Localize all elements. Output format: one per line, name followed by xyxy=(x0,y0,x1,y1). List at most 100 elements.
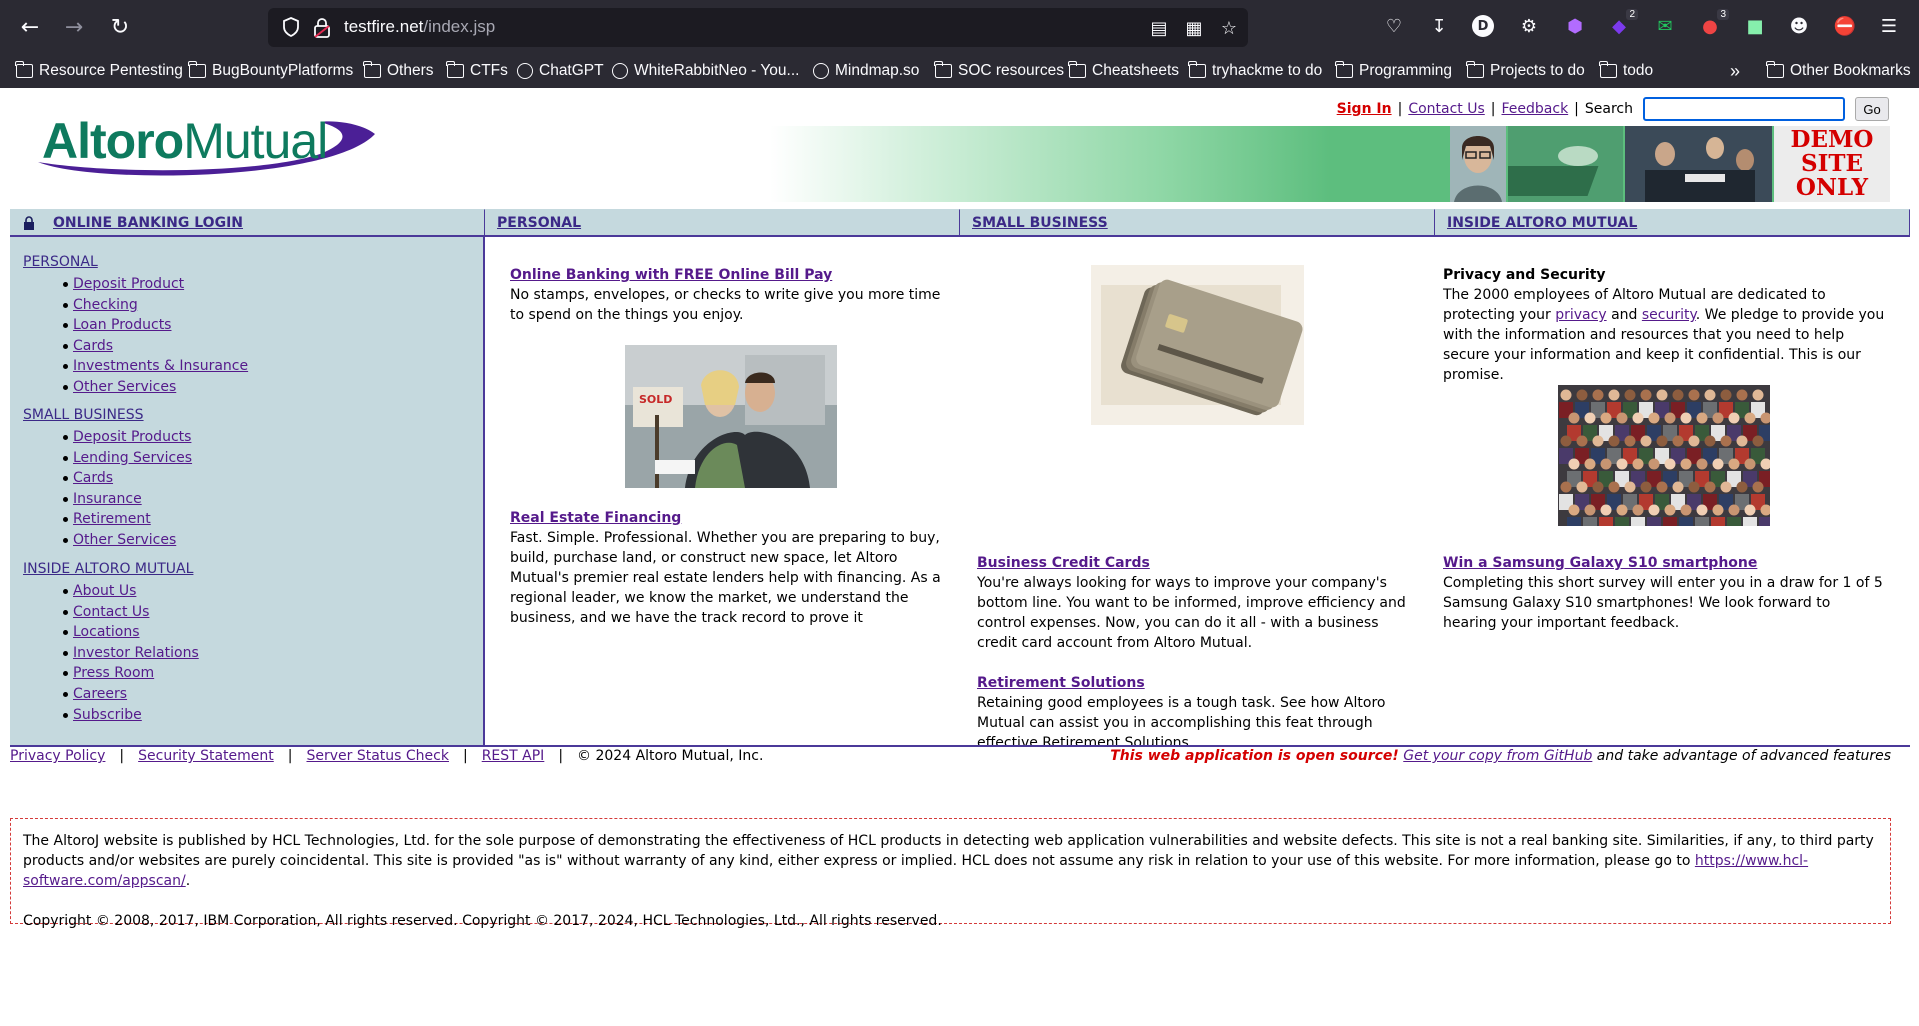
pocket-icon[interactable]: ♡ xyxy=(1381,13,1407,39)
download-icon[interactable]: ↧ xyxy=(1426,13,1452,39)
sidebar-link[interactable]: Insurance xyxy=(73,491,142,507)
sidebar-link[interactable]: Other Services xyxy=(73,532,176,548)
online-banking-login-link[interactable]: ONLINE BANKING LOGIN xyxy=(53,215,243,231)
folder-icon xyxy=(1068,61,1086,78)
sidebar-link[interactable]: Deposit Product xyxy=(73,276,184,292)
extension-dots-icon[interactable]: ● 3 xyxy=(1697,9,1729,39)
sidebar-link[interactable]: Careers xyxy=(73,686,127,702)
online-banking-text: No stamps, envelopes, or checks to write… xyxy=(510,287,941,323)
sidebar-link[interactable]: Cards xyxy=(73,470,113,486)
menu-icon[interactable]: ☰ xyxy=(1876,13,1902,39)
extension-mask-icon[interactable]: ☻ xyxy=(1786,13,1812,39)
sidebar-heading-small-business[interactable]: SMALL BUSINESS xyxy=(23,407,144,423)
sign-in-link[interactable]: Sign In xyxy=(1337,101,1392,117)
reload-icon[interactable]: ↻ xyxy=(102,9,138,45)
bookmark-folder[interactable]: BugBountyPlatforms xyxy=(188,60,353,82)
sidebar-link[interactable]: Investor Relations xyxy=(73,645,199,661)
nav-small-business[interactable]: SMALL BUSINESS xyxy=(960,209,1435,237)
extension-shield-icon[interactable]: ◆ 2 xyxy=(1606,9,1638,39)
folder-icon xyxy=(446,61,464,78)
extension-cookie-icon[interactable]: ■ xyxy=(1742,13,1768,39)
sidebar-link[interactable]: Locations xyxy=(73,624,140,640)
bookmark-folder[interactable]: CTFs xyxy=(446,60,508,82)
footer-copyright: © 2024 Altoro Mutual, Inc. xyxy=(577,748,764,764)
chevron-right-icon[interactable]: » xyxy=(1730,60,1740,82)
small-business-nav-link[interactable]: SMALL BUSINESS xyxy=(972,215,1108,231)
bookmark-link[interactable]: WhiteRabbitNeo - You... xyxy=(612,60,799,82)
nav-inside-altoro[interactable]: INSIDE ALTORO MUTUAL xyxy=(1435,209,1910,237)
server-status-link[interactable]: Server Status Check xyxy=(306,748,449,764)
online-banking-title-link[interactable]: Online Banking with FREE Online Bill Pay xyxy=(510,267,832,283)
extension-blocker-icon[interactable]: ⛔ xyxy=(1832,13,1858,39)
bookmark-link[interactable]: ChatGPT xyxy=(517,60,604,82)
sidebar-personal: PERSONAL Deposit Product Checking Loan P… xyxy=(23,254,248,398)
back-icon[interactable]: ← xyxy=(12,9,48,45)
go-button[interactable]: Go xyxy=(1855,97,1889,121)
sidebar-heading-inside-altoro[interactable]: INSIDE ALTORO MUTUAL xyxy=(23,561,193,577)
security-link[interactable]: security xyxy=(1642,307,1696,323)
samsung-survey-title-link[interactable]: Win a Samsung Galaxy S10 smartphone xyxy=(1443,555,1757,571)
nav-login[interactable]: ONLINE BANKING LOGIN xyxy=(10,209,485,237)
demo-line: DEMO xyxy=(1790,126,1874,153)
inside-altoro-nav-link[interactable]: INSIDE ALTORO MUTUAL xyxy=(1447,215,1637,231)
bookmark-folder[interactable]: Programming xyxy=(1335,60,1452,82)
feedback-link[interactable]: Feedback xyxy=(1502,101,1569,117)
address-bar[interactable]: testfire.net/index.jsp ▤ ▦ ☆ xyxy=(268,8,1248,47)
privacy-link[interactable]: privacy xyxy=(1555,307,1606,323)
separator: | xyxy=(558,748,564,764)
extensions-icon[interactable]: ⚙ xyxy=(1516,13,1542,39)
bookmark-folder[interactable]: Others xyxy=(363,60,434,82)
other-bookmarks[interactable]: Other Bookmarks xyxy=(1766,60,1911,82)
bookmark-star-icon[interactable]: ☆ xyxy=(1218,17,1240,39)
bookmark-folder[interactable]: tryhackme to do xyxy=(1188,60,1322,82)
bookmark-folder[interactable]: Cheatsheets xyxy=(1068,60,1179,82)
lock-icon[interactable] xyxy=(312,17,332,39)
bookmark-folder[interactable]: Projects to do xyxy=(1466,60,1585,82)
sidebar-heading-personal[interactable]: PERSONAL xyxy=(23,254,98,270)
demo-line: SITE xyxy=(1800,150,1863,177)
extension-mail-icon[interactable]: ✉ xyxy=(1652,13,1678,39)
sidebar-link[interactable]: Deposit Products xyxy=(73,429,191,445)
privacy-text-b: and xyxy=(1611,307,1638,323)
globe-icon xyxy=(813,63,829,79)
sidebar-link[interactable]: Lending Services xyxy=(73,450,192,466)
bookmark-folder[interactable]: SOC resources xyxy=(934,60,1064,82)
retirement-solutions-title-link[interactable]: Retirement Solutions xyxy=(977,675,1145,691)
sidebar-link[interactable]: Investments & Insurance xyxy=(73,358,248,374)
business-credit-cards-text: You're always looking for ways to improv… xyxy=(977,575,1406,651)
url-host: testfire.net xyxy=(344,17,424,36)
contact-us-link[interactable]: Contact Us xyxy=(1408,101,1484,117)
privacy-policy-link[interactable]: Privacy Policy xyxy=(10,748,105,764)
bookmark-folder[interactable]: Resource Pentesting xyxy=(15,60,183,82)
bookmark-link[interactable]: Mindmap.so xyxy=(813,60,919,82)
sidebar-list: About Us Contact Us Locations Investor R… xyxy=(23,581,199,725)
personal-nav-link[interactable]: PERSONAL xyxy=(497,215,581,231)
url-path: /index.jsp xyxy=(423,17,496,36)
github-link[interactable]: Get your copy from GitHub xyxy=(1403,748,1592,764)
sidebar-link[interactable]: Retirement xyxy=(73,511,151,527)
sidebar-link[interactable]: Press Room xyxy=(73,665,154,681)
account-avatar-icon[interactable]: D xyxy=(1472,15,1494,37)
grid-icon[interactable]: ▦ xyxy=(1183,17,1205,39)
forward-icon[interactable]: → xyxy=(56,9,92,45)
url-text[interactable]: testfire.net/index.jsp xyxy=(344,17,495,37)
security-statement-link[interactable]: Security Statement xyxy=(138,748,274,764)
sidebar-link[interactable]: Contact Us xyxy=(73,604,149,620)
search-input[interactable] xyxy=(1643,97,1845,121)
bookmark-folder[interactable]: todo xyxy=(1599,60,1653,82)
business-credit-cards-title-link[interactable]: Business Credit Cards xyxy=(977,555,1150,571)
nav-personal[interactable]: PERSONAL xyxy=(485,209,960,237)
sidebar-link[interactable]: About Us xyxy=(73,583,136,599)
openai-icon xyxy=(517,63,533,79)
real-estate-title-link[interactable]: Real Estate Financing xyxy=(510,510,681,526)
sidebar-link[interactable]: Loan Products xyxy=(73,317,171,333)
sidebar-link[interactable]: Subscribe xyxy=(73,707,142,723)
altoro-logo[interactable]: AltoroMutual xyxy=(30,112,380,178)
sidebar-link[interactable]: Cards xyxy=(73,338,113,354)
extension-hex-icon[interactable]: ⬢ xyxy=(1562,13,1588,39)
reader-view-icon[interactable]: ▤ xyxy=(1148,17,1170,39)
shield-icon[interactable] xyxy=(280,16,302,38)
rest-api-link[interactable]: REST API xyxy=(482,748,545,764)
sidebar-link[interactable]: Other Services xyxy=(73,379,176,395)
sidebar-link[interactable]: Checking xyxy=(73,297,138,313)
